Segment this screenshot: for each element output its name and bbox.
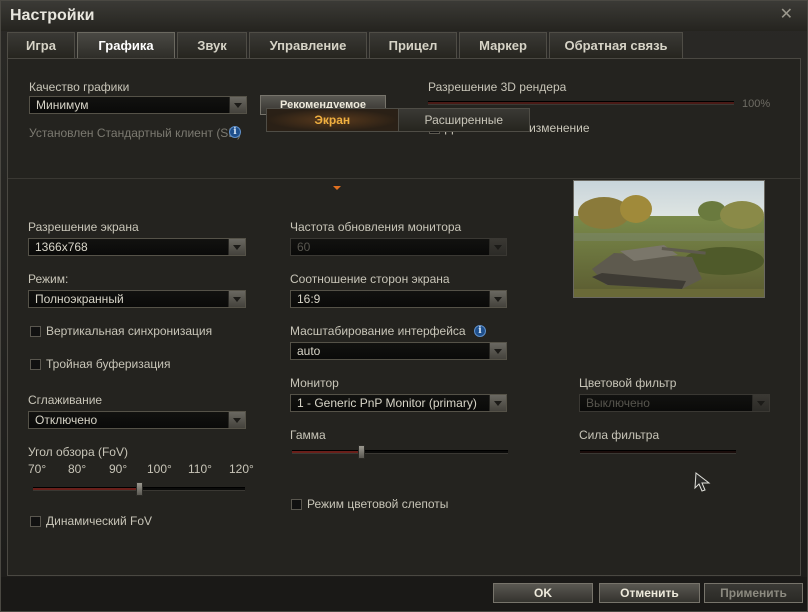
antialiasing-label: Сглаживание bbox=[28, 393, 103, 407]
render-resolution-slider[interactable] bbox=[428, 101, 734, 105]
chevron-down-icon bbox=[333, 186, 341, 190]
refresh-rate-value: 60 bbox=[297, 240, 311, 254]
render-resolution-label: Разрешение 3D рендера bbox=[428, 80, 567, 94]
colorblind-checkbox[interactable] bbox=[291, 499, 302, 510]
resolution-select[interactable]: 1366x768 bbox=[28, 238, 246, 256]
mouse-cursor-icon bbox=[694, 472, 711, 492]
dynamic-fov-label: Динамический FoV bbox=[46, 514, 153, 528]
tab-marker[interactable]: Маркер bbox=[459, 32, 547, 58]
vsync-label: Вертикальная синхронизация bbox=[46, 324, 213, 338]
dynamic-fov-checkbox[interactable] bbox=[30, 516, 41, 527]
ui-scale-value: auto bbox=[297, 344, 321, 358]
render-resolution-fill bbox=[428, 102, 734, 104]
client-info-text: Установлен Стандартный клиент (SD) bbox=[29, 126, 241, 140]
monitor-value: 1 - Generic PnP Monitor (primary) bbox=[297, 396, 477, 410]
subtab-screen-label: Экран bbox=[314, 113, 351, 127]
chevron-down-icon bbox=[228, 412, 245, 428]
aspect-ratio-select[interactable]: 16:9 bbox=[290, 290, 507, 308]
fov-ticks: 70° 80° 90° 100° 110° 120° bbox=[28, 462, 256, 476]
info-icon[interactable]: i bbox=[229, 126, 241, 138]
fov-tick: 70° bbox=[28, 462, 47, 476]
antialiasing-select[interactable]: Отключено bbox=[28, 411, 246, 429]
graphics-subtabs: Экран Расширенные bbox=[266, 108, 530, 132]
subtab-advanced[interactable]: Расширенные bbox=[398, 109, 529, 131]
tab-sound[interactable]: Звук bbox=[177, 32, 247, 58]
chevron-down-icon bbox=[489, 291, 506, 307]
monitor-label: Монитор bbox=[290, 376, 339, 390]
info-icon[interactable]: i bbox=[474, 325, 486, 337]
fov-label: Угол обзора (FoV) bbox=[28, 445, 128, 459]
color-filter-select[interactable]: Выключено bbox=[579, 394, 770, 412]
fov-slider[interactable] bbox=[33, 482, 245, 496]
quality-value: Минимум bbox=[36, 98, 89, 112]
chevron-down-icon bbox=[489, 239, 506, 255]
settings-tabs: Игра Графика Звук Управление Прицел Марк… bbox=[7, 32, 685, 58]
chevron-down-icon bbox=[228, 239, 245, 255]
mode-select[interactable]: Полноэкранный bbox=[28, 290, 246, 308]
close-icon[interactable]: ✕ bbox=[780, 7, 793, 23]
cancel-button[interactable]: Отменить bbox=[599, 583, 700, 603]
chevron-down-icon bbox=[752, 395, 769, 411]
triple-buffering-checkbox[interactable] bbox=[30, 359, 41, 370]
settings-window: Настройки ✕ Игра Графика Звук Управление… bbox=[0, 0, 808, 612]
fov-slider-fill bbox=[33, 488, 139, 490]
title-bar: Настройки ✕ bbox=[1, 1, 807, 31]
tab-game[interactable]: Игра bbox=[7, 32, 75, 58]
antialiasing-value: Отключено bbox=[35, 413, 98, 427]
resolution-value: 1366x768 bbox=[35, 240, 88, 254]
tab-sight[interactable]: Прицел bbox=[369, 32, 457, 58]
chevron-down-icon bbox=[229, 97, 246, 113]
chevron-down-icon bbox=[489, 343, 506, 359]
quality-select[interactable]: Минимум bbox=[29, 96, 247, 114]
fov-tick: 120° bbox=[229, 462, 254, 476]
colorblind-label: Режим цветовой слепоты bbox=[307, 497, 449, 511]
tab-feedback[interactable]: Обратная связь bbox=[549, 32, 683, 58]
subtab-screen[interactable]: Экран bbox=[267, 109, 399, 131]
gamma-slider-thumb[interactable] bbox=[358, 445, 365, 459]
fov-tick: 110° bbox=[188, 462, 212, 476]
mode-value: Полноэкранный bbox=[35, 292, 124, 306]
render-resolution-value: 100% bbox=[742, 98, 771, 110]
gamma-slider[interactable] bbox=[292, 445, 508, 459]
quality-label: Качество графики bbox=[29, 80, 130, 94]
tab-controls[interactable]: Управление bbox=[249, 32, 367, 58]
vsync-checkbox[interactable] bbox=[30, 326, 41, 337]
color-filter-label: Цветовой фильтр bbox=[579, 376, 677, 390]
monitor-select[interactable]: 1 - Generic PnP Monitor (primary) bbox=[290, 394, 507, 412]
fov-tick: 100° bbox=[147, 462, 172, 476]
refresh-rate-select[interactable]: 60 bbox=[290, 238, 507, 256]
ok-button[interactable]: OK bbox=[493, 583, 593, 603]
color-filter-value: Выключено bbox=[586, 396, 650, 410]
tab-graphics[interactable]: Графика bbox=[77, 32, 175, 58]
ui-scale-select[interactable]: auto bbox=[290, 342, 507, 360]
subtab-advanced-label: Расширенные bbox=[424, 113, 503, 127]
section-divider bbox=[8, 178, 800, 179]
fov-slider-thumb[interactable] bbox=[136, 482, 143, 496]
apply-button[interactable]: Применить bbox=[704, 583, 803, 603]
chevron-down-icon bbox=[489, 395, 506, 411]
filter-strength-slider[interactable] bbox=[580, 450, 736, 454]
fov-tick: 80° bbox=[68, 462, 87, 476]
resolution-label: Разрешение экрана bbox=[28, 220, 139, 234]
aspect-ratio-label: Соотношение сторон экрана bbox=[290, 272, 450, 286]
gamma-label: Гамма bbox=[290, 428, 326, 442]
refresh-rate-label: Частота обновления монитора bbox=[290, 220, 462, 234]
mode-label: Режим: bbox=[28, 272, 69, 286]
filter-preview-image bbox=[573, 180, 765, 298]
chevron-down-icon bbox=[228, 291, 245, 307]
gamma-slider-fill bbox=[292, 451, 361, 453]
triple-buffering-label: Тройная буферизация bbox=[46, 357, 171, 371]
tank-preview bbox=[574, 181, 764, 297]
fov-tick: 90° bbox=[109, 462, 128, 476]
filter-strength-label: Сила фильтра bbox=[579, 428, 660, 442]
window-title: Настройки bbox=[10, 7, 95, 24]
ui-scale-label: Масштабирование интерфейса bbox=[290, 324, 466, 338]
aspect-ratio-value: 16:9 bbox=[297, 292, 321, 306]
